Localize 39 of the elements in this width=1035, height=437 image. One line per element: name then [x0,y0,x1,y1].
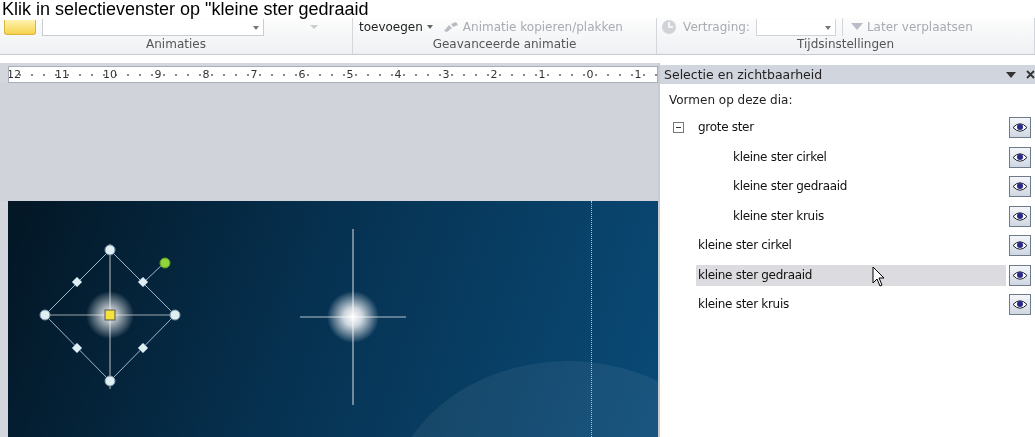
eye-icon [1012,269,1028,281]
close-icon[interactable] [1026,70,1035,79]
dropdown-icon[interactable] [1006,71,1016,78]
shape-list-item[interactable]: kleine ster kruis [696,205,1006,227]
shape-list-item[interactable]: kleine ster kruis [696,294,1006,316]
visibility-button[interactable] [1009,235,1031,257]
group-label: Geavanceerde animatie [431,36,578,52]
delay-field[interactable] [755,18,836,36]
caret-icon [824,25,831,30]
eye-icon [1012,181,1028,193]
caret-icon [253,25,259,30]
shape-list-item[interactable]: kleine ster gedraaid [696,176,1006,198]
visibility-button[interactable] [1009,176,1031,198]
triangle-icon [850,23,863,31]
eye-icon [1012,122,1028,134]
pane-title: Selectie en zichtbaarheid [664,67,824,82]
mouse-pointer-icon [872,266,886,288]
group-label: Animaties [145,36,207,52]
shape-list-item[interactable]: kleine ster gedraaid [696,264,1006,286]
eye-icon [1012,240,1028,252]
visibility-button[interactable] [1009,294,1031,316]
eye-icon [1012,210,1028,222]
shape-list-item[interactable]: kleine ster cirkel [696,146,1006,168]
eye-icon [1012,151,1028,163]
add-animation-button[interactable]: toevoegen [357,20,435,34]
visibility-button[interactable] [1009,117,1031,139]
brush-icon [442,21,459,33]
visibility-button[interactable] [1009,264,1031,286]
shape-list-item[interactable]: grote ster [696,117,1006,139]
shapes-heading: Vormen op deze dia: [668,92,794,109]
eye-icon [1012,299,1028,311]
shape-list-item[interactable]: kleine ster cirkel [696,235,1006,257]
visibility-button[interactable] [1009,146,1031,168]
group-label: Tijdsinstellingen [796,36,896,52]
collapse-toggle[interactable] [672,122,684,134]
caret-icon [310,25,318,29]
delay-label: Vertraging: [683,20,750,34]
visibility-button[interactable] [1009,205,1031,227]
caret-icon [426,25,433,29]
